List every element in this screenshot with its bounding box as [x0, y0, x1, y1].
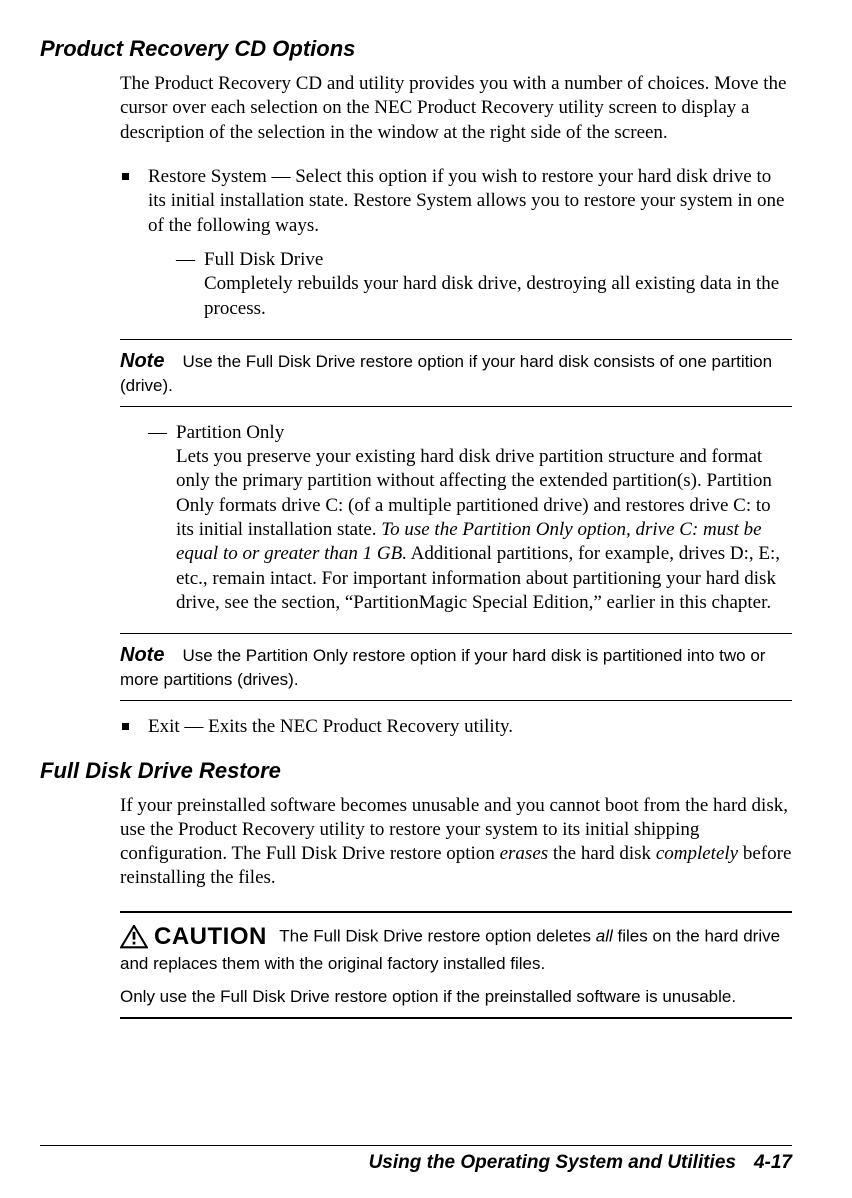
dash-icon: —	[148, 421, 167, 445]
note2-rule-top	[120, 633, 792, 634]
exit-text: Exit — Exits the NEC Product Recovery ut…	[148, 716, 513, 737]
fdr-paragraph: If your preinstalled software becomes un…	[120, 794, 792, 891]
footer-title: Using the Operating System and Utilities	[369, 1152, 736, 1173]
footer-text: Using the Operating System and Utilities…	[40, 1152, 792, 1174]
note1-label: Note	[120, 350, 164, 372]
heading-full-disk-restore: Full Disk Drive Restore	[40, 758, 792, 784]
partition-desc: Lets you preserve your existing hard dis…	[176, 446, 780, 613]
heading-product-recovery: Product Recovery CD Options	[40, 36, 792, 62]
full-disk-body: Full Disk Drive Completely rebuilds your…	[204, 248, 792, 321]
full-disk-desc: Completely rebuilds your hard disk drive…	[204, 273, 779, 318]
partition-title: Partition Only	[176, 422, 284, 443]
options-list: Restore System — Select this option if y…	[120, 165, 792, 321]
caution-header: CAUTION	[120, 921, 267, 953]
suboption-full-disk: — Full Disk Drive Completely rebuilds yo…	[176, 248, 792, 321]
footer-rule	[40, 1145, 792, 1146]
body-block-1: The Product Recovery CD and utility prov…	[120, 72, 792, 321]
caution-word: CAUTION	[154, 921, 267, 953]
caution-rule-bottom	[120, 1017, 792, 1019]
footer-page-number: 4-17	[754, 1152, 792, 1173]
partition-only-body: Partition Only Lets you preserve your ex…	[176, 421, 792, 616]
option-restore-system: Restore System — Select this option if y…	[120, 165, 792, 321]
note2-rule-bottom	[120, 700, 792, 701]
body-block-3: Exit — Exits the NEC Product Recovery ut…	[120, 715, 792, 739]
note1-rule-top	[120, 339, 792, 340]
option-exit: Exit — Exits the NEC Product Recovery ut…	[120, 715, 792, 739]
body-block-2: — Partition Only Lets you preserve your …	[120, 421, 792, 616]
note2: NoteUse the Partition Only restore optio…	[120, 642, 792, 692]
caution-block: CAUTION The Full Disk Drive restore opti…	[120, 921, 792, 1009]
caution-rule-top	[120, 911, 792, 913]
caution-para2: Only use the Full Disk Drive restore opt…	[120, 986, 792, 1009]
note2-text: Use the Partition Only restore option if…	[120, 646, 765, 689]
note1-text: Use the Full Disk Drive restore option i…	[120, 352, 772, 395]
suboption-partition-only: — Partition Only Lets you preserve your …	[148, 421, 792, 616]
dash-icon: —	[176, 248, 195, 272]
note2-label: Note	[120, 644, 164, 666]
intro-paragraph: The Product Recovery CD and utility prov…	[120, 72, 792, 145]
page: Product Recovery CD Options The Product …	[0, 0, 852, 1198]
note1: NoteUse the Full Disk Drive restore opti…	[120, 348, 792, 398]
options-list-2: Exit — Exits the NEC Product Recovery ut…	[120, 715, 792, 739]
full-disk-title: Full Disk Drive	[204, 249, 323, 270]
warning-triangle-icon	[120, 925, 148, 949]
note1-rule-bottom	[120, 406, 792, 407]
restore-system-text: Restore System — Select this option if y…	[148, 166, 784, 236]
page-footer: Using the Operating System and Utilities…	[40, 1145, 792, 1174]
body-block-4: If your preinstalled software becomes un…	[120, 794, 792, 891]
